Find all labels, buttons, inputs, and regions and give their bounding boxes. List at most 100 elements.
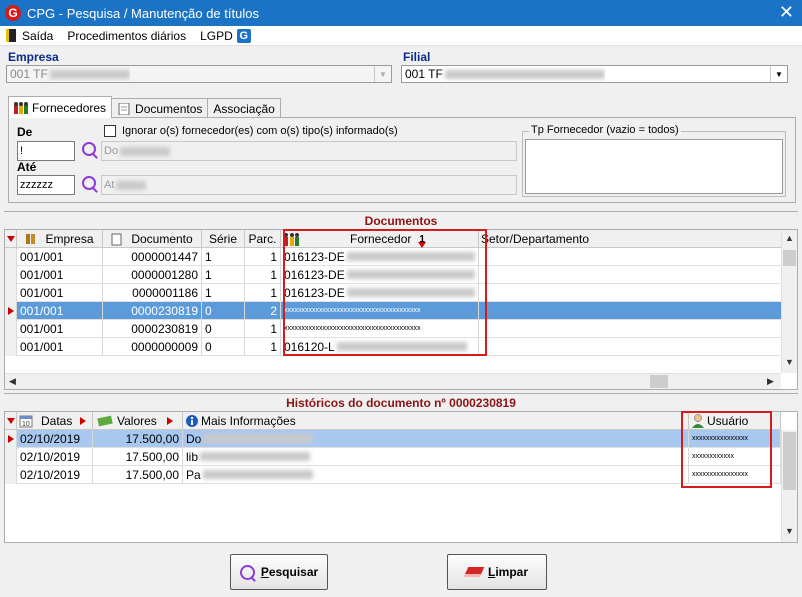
tipo-fornecedor-list[interactable]	[525, 139, 783, 194]
cell-text: 0000001280	[131, 267, 198, 282]
row-indicator	[5, 430, 17, 448]
row-indicator	[5, 338, 17, 356]
table-row[interactable]: 02/10/2019 17.500,00 Pa xxxxxxxxxxxxxxxx	[5, 466, 781, 484]
filial-value: 001 TF	[405, 67, 443, 81]
col-valores-label: Valores	[117, 414, 157, 428]
cell-text: 1	[270, 285, 277, 300]
search-icon[interactable]	[82, 176, 96, 190]
cell-documento: 0000230819	[103, 320, 202, 338]
cell-serie: 1	[202, 248, 245, 266]
cell-text: 001/001	[20, 321, 64, 336]
cell-text: 02/10/2019	[20, 449, 81, 464]
cell-setor	[479, 338, 783, 356]
col-parc[interactable]: Parc.	[245, 230, 281, 248]
cell-empresa: 001/001	[17, 266, 103, 284]
title-bar: G CPG - Pesquisa / Manutenção de títulos…	[0, 0, 802, 26]
cell-text: 1	[270, 339, 277, 354]
documentos-title: Documentos	[4, 211, 798, 229]
ignore-checkbox[interactable]	[104, 125, 116, 137]
ate-description: At	[101, 175, 517, 195]
cell-text: 1	[270, 321, 277, 336]
fornecedor-highlight-box	[283, 229, 487, 356]
ate-input[interactable]: zzzzzz	[17, 175, 75, 195]
cell-documento: 0000001280	[103, 266, 202, 284]
pesquisar-label: esquisar	[268, 565, 319, 579]
menu-item-lgpd[interactable]: LGPD	[200, 29, 233, 43]
table-row[interactable]: 02/10/2019 17.500,00 lib xxxxxxxxxxxx	[5, 448, 781, 466]
tab-documentos-label: Documentos	[135, 101, 203, 116]
sort-indicator	[5, 412, 17, 430]
col-documento[interactable]: Documento	[103, 230, 202, 248]
menu-item-saida[interactable]: Saída	[22, 29, 53, 43]
row-indicator	[5, 302, 17, 320]
cell-text: 1	[270, 249, 277, 264]
cell-text: 02/10/2019	[20, 467, 81, 482]
historicos-vscroll[interactable]: ▼	[781, 430, 797, 542]
cell-data: 02/10/2019	[17, 448, 93, 466]
historicos-title: Históricos do documento nº 0000230819	[4, 393, 798, 411]
pesquisar-button[interactable]: Pesquisar	[230, 554, 328, 590]
cell-text: 0000230819	[131, 303, 198, 318]
cell-text: 17.500,00	[125, 449, 179, 464]
cell-text: 1	[205, 285, 212, 300]
de-description-text: Do	[104, 145, 119, 157]
historicos-grid: 10 Datas Valores Mais Informações Usuári…	[4, 411, 798, 543]
tab-documentos[interactable]: Documentos	[111, 98, 209, 118]
cell-parc: 1	[245, 248, 281, 266]
empresa-select[interactable]: 001 TF ▼	[6, 65, 392, 83]
cell-text: 0000230819	[131, 321, 198, 336]
cell-text: 0	[205, 339, 212, 354]
cell-text: lib	[186, 449, 199, 464]
col-mais-info[interactable]: Mais Informações	[183, 412, 689, 430]
search-icon	[239, 564, 255, 580]
cell-setor	[479, 266, 783, 284]
filial-select[interactable]: 001 TF ▼	[401, 65, 788, 83]
cell-text: 02/10/2019	[20, 431, 81, 446]
col-serie[interactable]: Série	[202, 230, 245, 248]
cell-text: 001/001	[20, 339, 64, 354]
cell-valor: 17.500,00	[93, 448, 183, 466]
col-datas[interactable]: 10 Datas	[17, 412, 93, 430]
cell-serie: 0	[202, 302, 245, 320]
cell-empresa: 001/001	[17, 320, 103, 338]
cell-parc: 1	[245, 338, 281, 356]
tab-associacao[interactable]: Associação	[207, 98, 281, 118]
documentos-hscroll[interactable]: ◀ ▶	[5, 373, 781, 389]
close-icon[interactable]: ✕	[779, 3, 794, 21]
empresa-label: Empresa	[8, 50, 59, 64]
cell-text: Do	[186, 431, 202, 446]
col-empresa[interactable]: Empresa	[17, 230, 103, 248]
window-title: CPG - Pesquisa / Manutenção de títulos	[27, 5, 259, 21]
row-indicator	[5, 466, 17, 484]
tab-fornecedores[interactable]: Fornecedores	[8, 96, 113, 118]
table-row[interactable]: 02/10/2019 17.500,00 Do xxxxxxxxxxxxxxxx	[5, 430, 781, 448]
lgpd-g-icon[interactable]: G	[236, 28, 251, 43]
cell-data: 02/10/2019	[17, 466, 93, 484]
documentos-vscroll[interactable]: ▲ ▼	[781, 230, 797, 373]
cell-text: 17.500,00	[125, 467, 179, 482]
row-indicator	[5, 320, 17, 338]
books-icon	[26, 234, 36, 244]
cell-serie: 0	[202, 338, 245, 356]
de-input[interactable]: !	[17, 141, 75, 161]
menu-item-procedimentos[interactable]: Procedimentos diários	[67, 29, 186, 43]
col-setor[interactable]: Setor/Departamento	[479, 230, 783, 248]
cell-documento: 0000001447	[103, 248, 202, 266]
ate-description-text: At	[104, 179, 115, 191]
tab-associacao-label: Associação	[213, 101, 275, 116]
search-icon[interactable]	[82, 142, 96, 156]
col-datas-label: Datas	[41, 414, 73, 428]
cell-text: 0	[205, 321, 212, 336]
limpar-button[interactable]: Limpar	[447, 554, 547, 590]
cell-documento: 0000000009	[103, 338, 202, 356]
ate-label: Até	[17, 160, 37, 174]
col-valores[interactable]: Valores	[93, 412, 183, 430]
col-documento-label: Documento	[131, 232, 193, 246]
cell-text: 17.500,00	[125, 431, 179, 446]
cell-info: Do	[183, 430, 689, 448]
chevron-down-icon: ▼	[374, 66, 391, 82]
money-icon	[97, 415, 113, 427]
cell-text: 001/001	[20, 249, 64, 264]
cell-setor	[479, 248, 783, 266]
cell-empresa: 001/001	[17, 302, 103, 320]
